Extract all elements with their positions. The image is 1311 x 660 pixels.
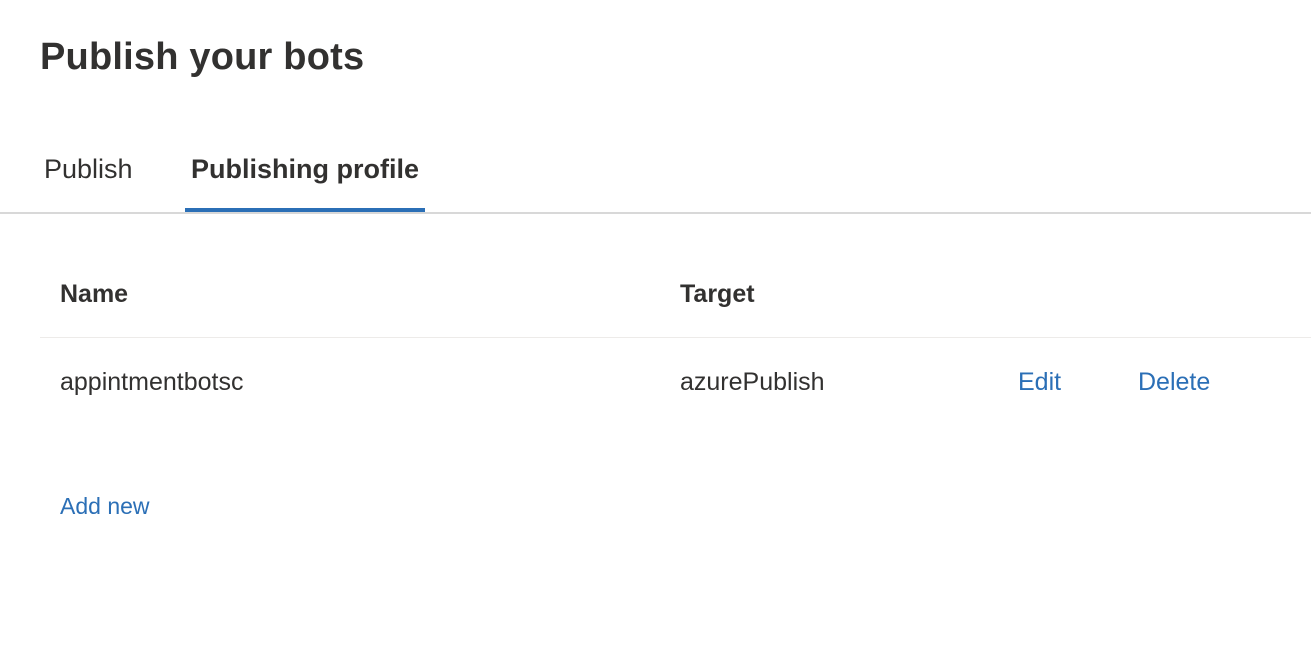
column-header-target: Target [680,280,755,308]
column-header-name: Name [60,280,129,308]
add-new-profile-link[interactable]: Add new [60,490,150,522]
tab-publishing-profile[interactable]: Publishing profile [185,140,425,212]
publish-page: Publish your bots Publish Publishing pro… [0,0,1311,660]
page-title: Publish your bots [40,36,365,78]
tab-bar: Publish Publishing profile [0,140,1311,214]
publishing-profile-table: Name Target appintmentbotsc azurePublish… [40,262,1311,432]
table-header: Name Target [40,262,1311,338]
table-row: appintmentbotsc azurePublish Edit Delete [40,338,1311,432]
delete-profile-link[interactable]: Delete [1138,364,1210,400]
edit-profile-link[interactable]: Edit [1018,364,1061,400]
tab-publish[interactable]: Publish [38,140,139,212]
profile-name-cell: appintmentbotsc [60,368,244,396]
profile-target-cell: azurePublish [680,368,825,396]
